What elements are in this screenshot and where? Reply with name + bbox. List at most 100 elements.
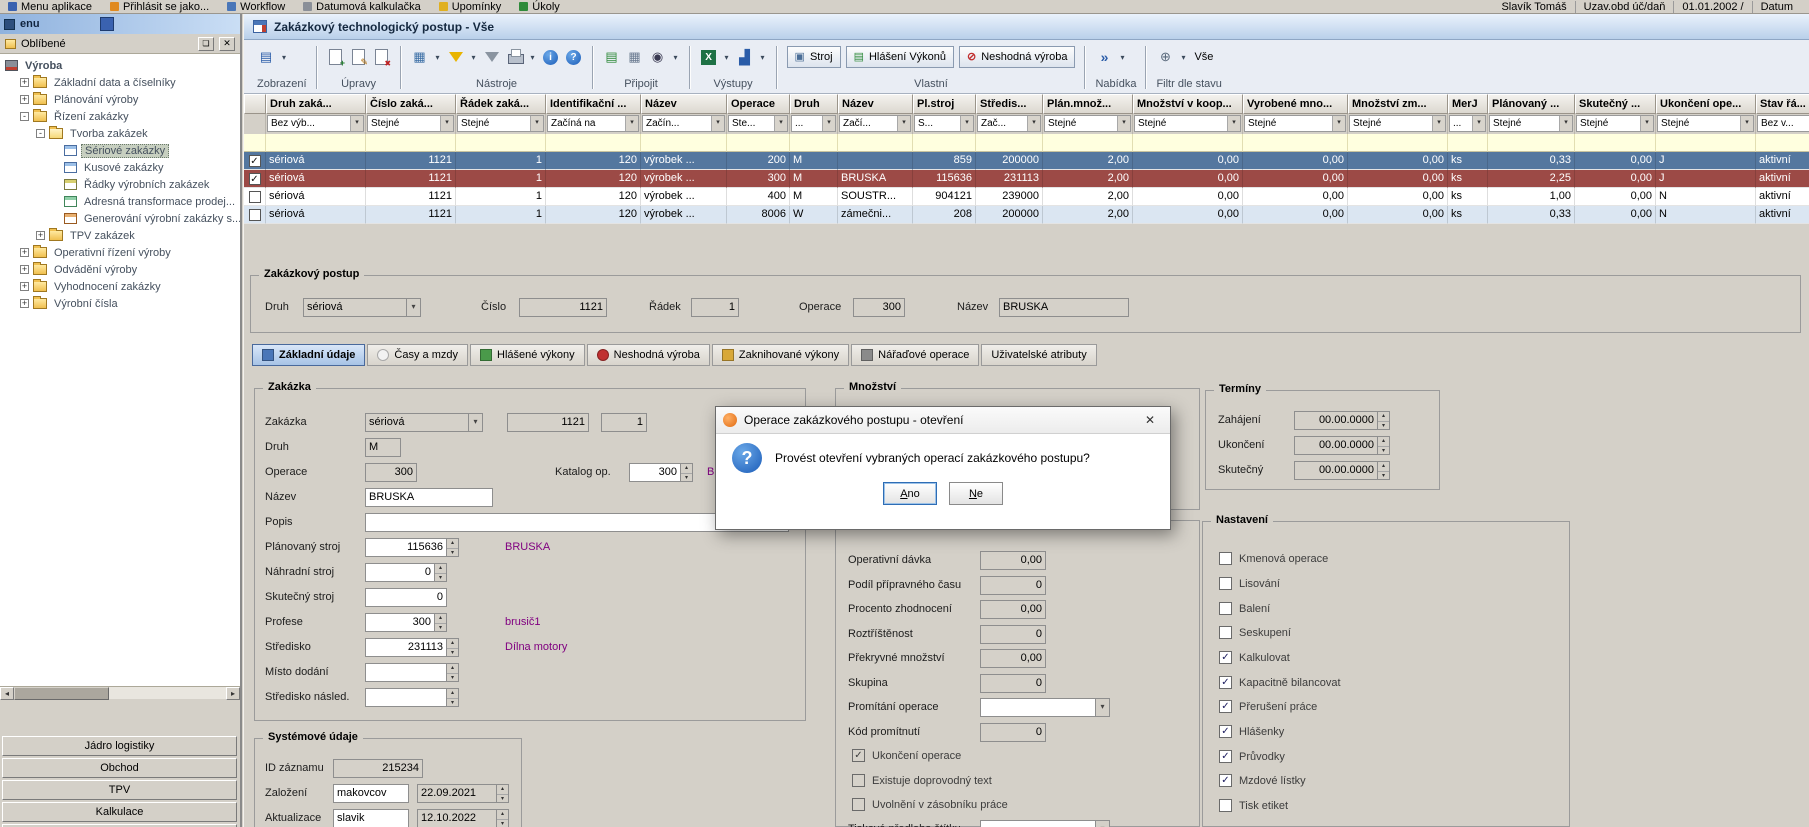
tree-item[interactable]: Generování výrobní zakázky s... <box>0 210 240 227</box>
spinner-icon[interactable] <box>435 613 447 632</box>
tab-neshodna-vyroba[interactable]: Neshodná výroba <box>587 344 710 366</box>
tree-item[interactable]: Operativní řízení výroby <box>0 244 240 261</box>
filter-dropdown[interactable]: Stejné <box>1134 115 1241 132</box>
kapacitne-bilancovat-checkbox[interactable]: ✓ <box>1219 676 1232 689</box>
yes-button[interactable]: Ano <box>883 482 937 505</box>
column-header[interactable]: Druh zaká... <box>266 94 366 114</box>
filter-dropdown[interactable]: Stejné <box>367 115 454 132</box>
aktualizace-user-field[interactable]: slavik <box>333 809 409 827</box>
kmenova-operace-checkbox[interactable] <box>1219 552 1232 565</box>
tree-item[interactable]: Adresná transformace prodej... <box>0 193 240 210</box>
tree-item[interactable]: TPV zakázek <box>0 227 240 244</box>
filter-dropdown[interactable]: ... <box>791 115 836 132</box>
row-checkbox[interactable] <box>249 191 261 203</box>
column-header[interactable]: Název <box>641 94 727 114</box>
attach-table-icon[interactable] <box>626 48 644 66</box>
filter-dropdown[interactable]: Stejné <box>1044 115 1131 132</box>
edit-record-icon[interactable] <box>352 49 365 65</box>
table-row[interactable]: sériová 1121 1 120 výrobek ... 8006 W zá… <box>244 206 1809 224</box>
chevron-down-icon[interactable] <box>1118 53 1126 62</box>
zahajeni-date-field[interactable]: 00.00.0000 <box>1294 411 1378 430</box>
stredisko-nasled-field[interactable] <box>365 688 447 707</box>
expand-icon[interactable] <box>20 248 29 257</box>
stredisko-link[interactable]: Dílna motory <box>505 638 567 657</box>
filter-dropdown[interactable]: Začín... <box>642 115 725 132</box>
menu-item-workflow[interactable]: Workflow <box>227 1 285 13</box>
seskupeni-checkbox[interactable] <box>1219 626 1232 639</box>
neshodna-vyroba-button[interactable]: Neshodná výroba <box>959 46 1075 68</box>
column-header[interactable]: Množství v koop... <box>1133 94 1243 114</box>
preruseni-prace-checkbox[interactable]: ✓ <box>1219 700 1232 713</box>
no-button[interactable]: Ne <box>949 482 1003 505</box>
planovany-stroj-field[interactable]: 115636 <box>365 538 447 557</box>
misto-dodani-field[interactable] <box>365 663 447 682</box>
menu-item-ukoly[interactable]: Úkoly <box>519 1 560 13</box>
filter-dropdown[interactable]: ... <box>1449 115 1486 132</box>
nazev-field[interactable]: BRUSKA <box>999 298 1129 317</box>
tree-item[interactable]: Tvorba zakázek <box>0 125 240 142</box>
sidebar-titlebar[interactable]: enu <box>0 14 240 34</box>
select-all-header[interactable] <box>244 94 266 114</box>
column-header[interactable]: Pl.stroj <box>913 94 976 114</box>
filter-dropdown[interactable]: Stejné <box>1657 115 1754 132</box>
attach-list-icon[interactable] <box>603 48 621 66</box>
filter-dropdown[interactable]: Zač... <box>977 115 1041 132</box>
chevron-down-icon[interactable] <box>280 53 288 62</box>
module-button-kalkulace[interactable]: Kalkulace <box>2 802 237 822</box>
tree-item[interactable]: Odvádění výroby <box>0 261 240 278</box>
filter-dropdown[interactable]: Ste... <box>728 115 788 132</box>
attach-photo-icon[interactable] <box>649 48 667 66</box>
roztristenost-field[interactable]: 0 <box>980 625 1046 644</box>
druh-field[interactable]: M <box>365 438 401 457</box>
skutecny-stroj-field[interactable]: 0 <box>365 588 447 607</box>
module-button-tpv[interactable]: TPV <box>2 780 237 800</box>
dialog-titlebar[interactable]: Operace zakázkového postupu - otevření <box>716 407 1170 434</box>
stroj-button[interactable]: Stroj <box>787 46 841 68</box>
close-icon[interactable] <box>1137 410 1163 431</box>
print-icon[interactable] <box>506 48 524 66</box>
sidebar-hscrollbar[interactable] <box>0 686 240 699</box>
tree-item-seriove-zakazky[interactable]: Sériové zakázky <box>0 142 240 159</box>
spinner-icon[interactable] <box>497 809 509 827</box>
expand-icon[interactable] <box>20 95 29 104</box>
hlaseni-vykonu-button[interactable]: Hlášení Výkonů <box>846 46 954 68</box>
nazev-field[interactable]: BRUSKA <box>365 488 493 507</box>
chevron-down-icon[interactable] <box>723 53 731 62</box>
menu-item-prihlasit[interactable]: Přihlásit se jako... <box>110 1 209 13</box>
expand-icon[interactable] <box>20 265 29 274</box>
tree-item[interactable]: Plánování výroby <box>0 91 240 108</box>
tree-item[interactable]: Řádky výrobních zakázek <box>0 176 240 193</box>
operativni-davka-field[interactable]: 0,00 <box>980 551 1046 570</box>
table-row[interactable]: sériová 1121 1 120 výrobek ... 400 M SOU… <box>244 188 1809 206</box>
menu-item-menu-aplikace[interactable]: Menu aplikace <box>8 1 92 13</box>
lisovani-checkbox[interactable] <box>1219 577 1232 590</box>
column-header[interactable]: Operace <box>727 94 790 114</box>
tree-item[interactable]: Vyhodnocení zakázky <box>0 278 240 295</box>
zalozeni-user-field[interactable]: makovcov <box>333 784 409 803</box>
excel-export-icon[interactable] <box>701 50 716 65</box>
filter-dropdown[interactable]: Stejné <box>1349 115 1446 132</box>
column-header[interactable]: Plánovaný ... <box>1488 94 1575 114</box>
chevron-down-icon[interactable] <box>1179 53 1187 62</box>
column-header[interactable]: Identifikační ... <box>546 94 641 114</box>
filter-dropdown[interactable]: Začíná na <box>547 115 639 132</box>
status-filter-value[interactable]: Vše <box>1192 51 1215 63</box>
stredisko-field[interactable]: 231113 <box>365 638 447 657</box>
filter-dropdown[interactable]: S... <box>914 115 974 132</box>
filter-dropdown[interactable]: Stejné <box>1244 115 1346 132</box>
pruvodky-checkbox[interactable]: ✓ <box>1219 750 1232 763</box>
baleni-checkbox[interactable] <box>1219 602 1232 615</box>
expand-icon[interactable] <box>20 299 29 308</box>
aktualizace-date-field[interactable]: 12.10.2022 <box>417 809 497 827</box>
chevron-down-icon[interactable] <box>672 53 680 62</box>
skupina-field[interactable]: 0 <box>980 674 1046 693</box>
id-zaznamu-field[interactable]: 215234 <box>333 759 423 778</box>
spinner-icon[interactable] <box>447 538 459 557</box>
filter-dropdown[interactable]: Bez v... <box>1757 115 1809 132</box>
tab-zakladni-udaje[interactable]: Základní údaje <box>252 344 365 366</box>
row-checkbox[interactable] <box>249 209 261 221</box>
chevron-down-icon[interactable] <box>434 53 442 62</box>
tab-naradove-operace[interactable]: Nářaďové operace <box>851 344 979 366</box>
help-icon[interactable] <box>566 50 581 65</box>
column-header[interactable]: Středis... <box>976 94 1043 114</box>
